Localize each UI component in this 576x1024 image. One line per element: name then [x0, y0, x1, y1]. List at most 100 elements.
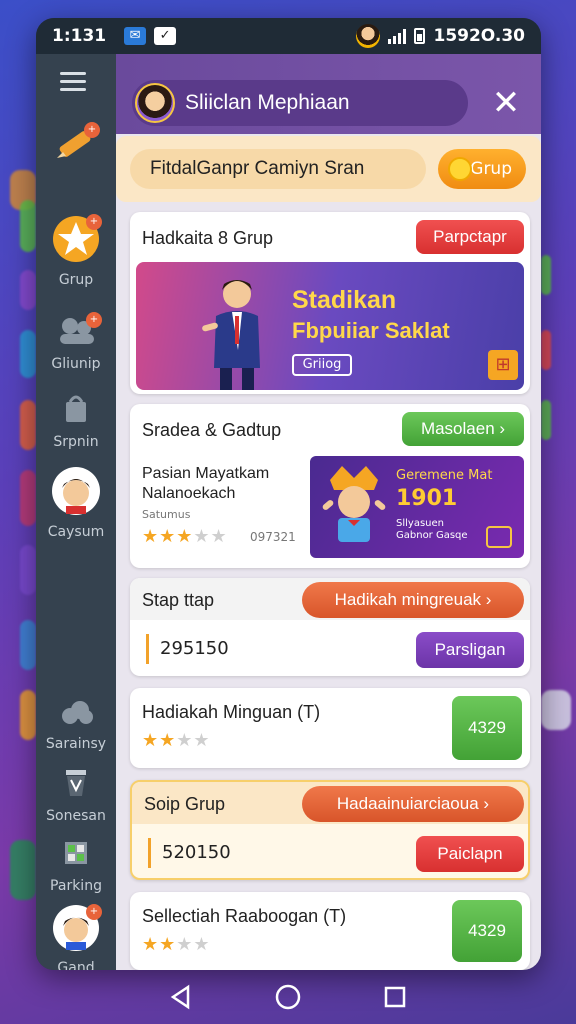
- rating-stars: ★★★★: [142, 934, 211, 955]
- sidebar-item-srpnin[interactable]: Srpnin: [36, 392, 116, 450]
- promo-caption: Sllyasuen Gabnor Gasqe: [396, 518, 468, 541]
- character-illustration: [202, 280, 260, 390]
- score-button[interactable]: 4329: [452, 900, 522, 962]
- promo-title: Geremene Mat: [396, 468, 493, 483]
- card-title: Stap ttap: [142, 590, 215, 610]
- card-title: Sellectiah Raaboogan (T): [142, 906, 347, 926]
- status-time: 1:131: [52, 26, 107, 46]
- sidebar-item-gliunip[interactable]: + Gliunip: [36, 312, 116, 372]
- bucket-icon: [66, 770, 86, 796]
- banner-title: Stadikan: [292, 286, 397, 314]
- grup-button-label: Grup: [470, 159, 512, 179]
- search-card: FitdalGanpr Camiyn Sran Grup: [116, 136, 541, 202]
- notification-badge: +: [86, 214, 102, 230]
- background-tile: [20, 620, 36, 670]
- grid-icon: [65, 842, 87, 864]
- sidebar-item-pencil[interactable]: +: [36, 122, 116, 170]
- select-card: Sellectiah Raaboogan (T) ★★★★ 4329: [130, 892, 530, 970]
- background-tile: [20, 545, 36, 595]
- sidebar-item-sarainsy[interactable]: Sarainsy: [36, 698, 116, 752]
- background-tile: [10, 840, 36, 900]
- rewards-button[interactable]: Hadikah mingreuak ›: [302, 582, 524, 618]
- sidebar-item-label: Parking: [50, 878, 102, 894]
- card-title: Soip Grup: [144, 794, 226, 814]
- sidebar-item-sonesan[interactable]: Sonesan: [36, 768, 116, 824]
- grup-button[interactable]: Grup: [438, 149, 526, 189]
- more-button-label: Masolaen: [420, 419, 495, 438]
- banner-button[interactable]: Griiog: [292, 354, 352, 376]
- notification-icon: ✉: [124, 27, 147, 45]
- check-icon: ✓: [154, 27, 177, 45]
- character-illustration: [322, 466, 386, 542]
- action-button[interactable]: Parsligan: [416, 632, 524, 668]
- notification-badge: +: [86, 312, 102, 328]
- more-button[interactable]: Masolaen ›: [402, 412, 524, 446]
- sidebar-item-label: Gliunip: [51, 356, 101, 372]
- rating-stars: ★★★★★: [142, 526, 228, 547]
- rating-count: 097321: [250, 530, 296, 544]
- sidebar-item-label: Srpnin: [53, 434, 99, 450]
- app-window: 1:131 ✉ ✓ 1592O.30 + + Grup + Gliunip Sr…: [36, 18, 541, 970]
- promo-tile[interactable]: Geremene Mat 1901 Sllyasuen Gabnor Gasqe: [310, 456, 524, 558]
- system-navigation-bar: [0, 970, 576, 1024]
- score-button[interactable]: 4329: [452, 696, 522, 760]
- card-title: Hadiakah Minguan (T): [142, 702, 321, 722]
- promo-number: 1901: [396, 486, 458, 511]
- background-tile: [541, 690, 571, 730]
- title-bar: Sliiclan Mephiaan: [132, 80, 468, 126]
- avatar-icon: [52, 467, 100, 515]
- back-icon[interactable]: [168, 984, 194, 1010]
- background-tile: [20, 200, 36, 252]
- side-navigation: + + Grup + Gliunip Srpnin Caysum Sarains…: [36, 54, 116, 970]
- sidebar-item-caysum[interactable]: Caysum: [36, 466, 116, 540]
- action-button[interactable]: Paiclapn: [416, 836, 524, 872]
- accent-bar: [148, 838, 151, 868]
- recents-icon[interactable]: [382, 984, 408, 1010]
- header: Sliiclan Mephiaan ✕: [116, 54, 541, 134]
- participate-button[interactable]: Parpctapr: [416, 220, 524, 254]
- background-tile: [541, 400, 551, 440]
- coin-icon: [448, 157, 472, 181]
- rewards-button[interactable]: Hadaainuiarciaoua ›: [302, 786, 524, 822]
- background-tile: [20, 270, 36, 310]
- rating-stars: ★★★★: [142, 730, 211, 751]
- soip-value: 520150: [162, 842, 231, 863]
- background-tile: [541, 255, 551, 295]
- search-input[interactable]: FitdalGanpr Camiyn Sran: [130, 149, 426, 189]
- soip-card: Soip Grup Hadaainuiarciaoua › 520150 Pai…: [130, 780, 530, 880]
- hadiakah-card: Hadiakah Minguan (T) ★★★★ 4329: [130, 688, 530, 768]
- status-right-text: 1592O.30: [433, 26, 525, 46]
- sidebar-item-grup[interactable]: + Grup: [36, 214, 116, 288]
- sidebar-item-label: Caysum: [47, 524, 105, 540]
- sidebar-item-label: Grup: [58, 272, 94, 288]
- card-title: Hadkaita 8 Grup: [142, 228, 274, 248]
- menu-icon[interactable]: [60, 72, 86, 92]
- status-bar: 1:131 ✉ ✓ 1592O.30: [36, 18, 541, 54]
- sidebar-item-parking[interactable]: Parking: [36, 838, 116, 894]
- battery-icon: [414, 28, 426, 44]
- accent-bar: [146, 634, 149, 664]
- main-panel: Sliiclan Mephiaan ✕ FitdalGanpr Camiyn S…: [116, 54, 541, 970]
- background-tile: [20, 330, 36, 378]
- stap-card: Stap ttap Hadikah mingreuak › 295150 Par…: [130, 578, 530, 676]
- banner-subtitle: Fbpuiiar Saklat: [292, 318, 450, 343]
- background-tile: [20, 400, 36, 450]
- gift-icon[interactable]: ⊞: [488, 350, 518, 380]
- sidebar-item-gand[interactable]: + Gand: [36, 904, 116, 970]
- notification-badge: +: [84, 122, 100, 138]
- promo-banner[interactable]: Stadikan Fbpuiiar Saklat Griiog ⊞: [136, 262, 524, 390]
- notification-badge: +: [86, 904, 102, 920]
- item-subtitle: Satumus: [142, 508, 191, 521]
- user-avatar[interactable]: [135, 83, 175, 123]
- home-icon[interactable]: [274, 983, 302, 1011]
- background-tile: [20, 470, 36, 526]
- stap-value: 295150: [160, 638, 229, 659]
- background-tile: [20, 690, 36, 740]
- signal-icon: [388, 28, 407, 44]
- shop-icon: [66, 395, 86, 422]
- card-title: Sradea & Gadtup: [142, 420, 282, 440]
- close-icon[interactable]: ✕: [491, 86, 521, 120]
- sidebar-item-label: Sonesan: [46, 808, 106, 824]
- rewards-button-label: Hadaainuiarciaoua: [336, 794, 479, 813]
- profile-icon: [356, 24, 381, 48]
